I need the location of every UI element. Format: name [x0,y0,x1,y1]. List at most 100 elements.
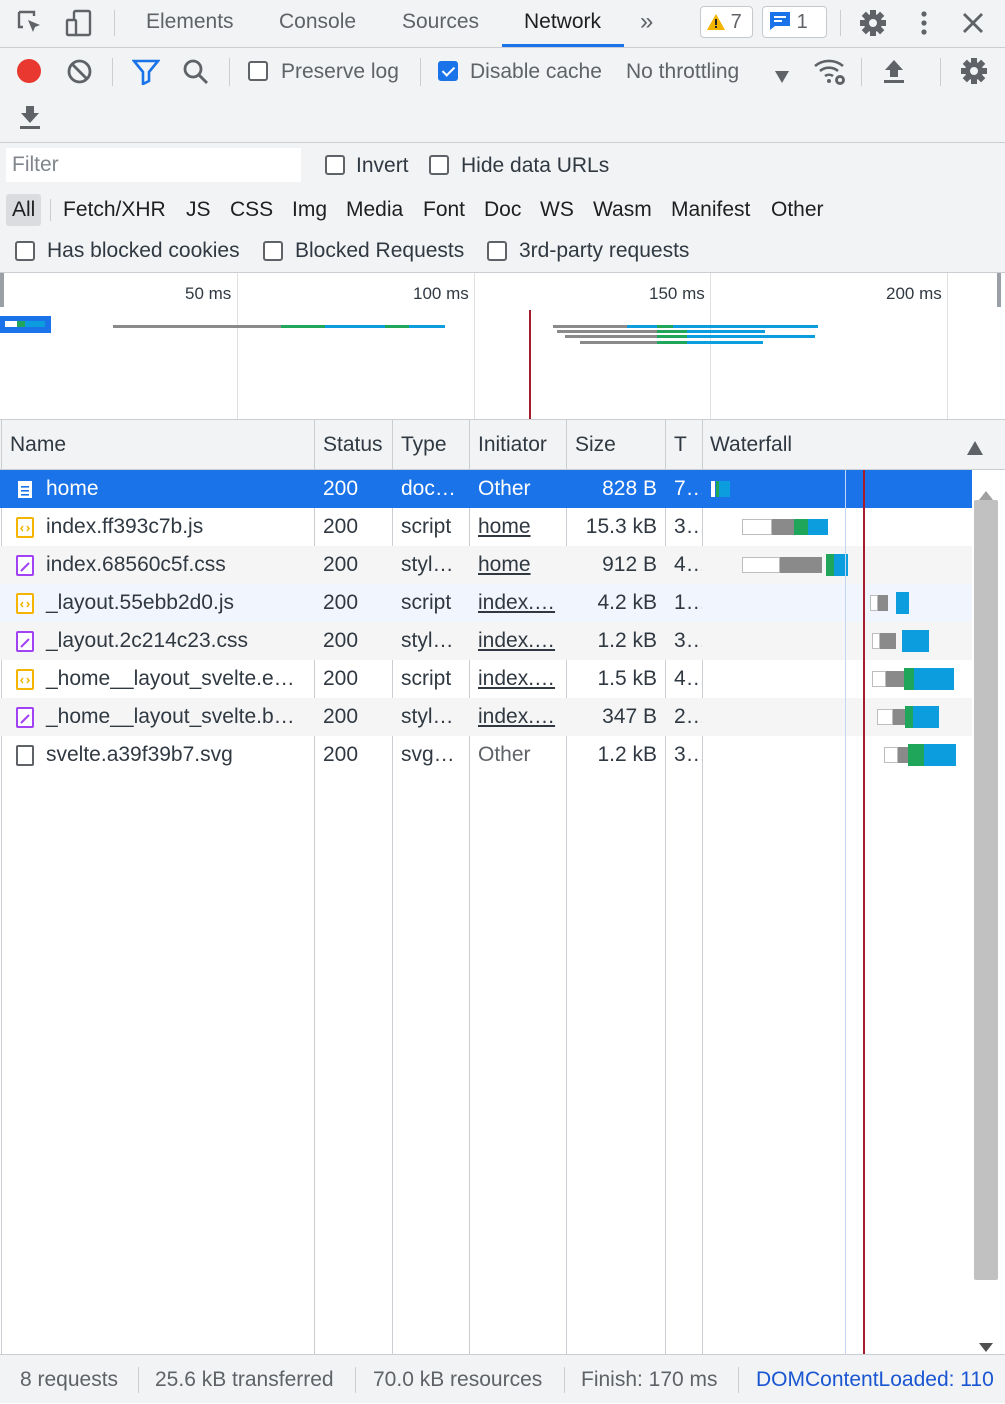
blocked-requests-label: Blocked Requests [295,239,465,262]
request-name: _layout.55ebb2d0.js [46,591,234,614]
preserve-log-checkbox[interactable] [248,61,268,81]
search-icon[interactable] [182,58,210,92]
request-size: 347 B [602,705,657,728]
overview-bar-segment [657,341,687,344]
network-settings-gear-icon[interactable] [959,56,989,92]
request-type: doc… [401,477,456,500]
waterfall-stalled [893,709,905,725]
requests-count: 8 requests [20,1368,119,1391]
request-initiator: Other [478,477,531,500]
network-toolbar: Preserve log Disable cache No throttling [0,48,1005,143]
overview-bar-segment [565,335,657,338]
filter-type-css[interactable]: CSS [224,194,279,226]
stylesheet-icon [16,707,34,728]
filter-type-fetch-xhr[interactable]: Fetch/XHR [57,194,172,226]
export-har-icon[interactable] [18,104,42,136]
column-header-initiator[interactable]: Initiator [470,420,566,470]
waterfall-wait [905,706,913,728]
inspect-element-icon[interactable] [16,9,44,37]
record-icon[interactable] [16,58,42,90]
more-tabs-button[interactable]: » [638,0,655,47]
overview-bar-segment [687,341,763,344]
tab-console[interactable]: Console [277,0,358,47]
hide-data-urls-checkbox[interactable] [429,155,449,175]
request-initiator-link[interactable]: index.… [470,698,566,736]
settings-gear-icon[interactable] [858,8,888,44]
filter-type-doc[interactable]: Doc [478,194,527,226]
filter-type-ws[interactable]: WS [534,194,580,226]
tab-network[interactable]: Network [522,0,603,47]
column-header-name[interactable]: Name [2,420,314,470]
timeline-overview[interactable]: 50 ms 100 ms 150 ms 200 ms [0,273,1005,420]
filter-icon[interactable] [131,59,161,91]
request-status: 200 [323,553,359,576]
request-name: _home__layout_svelte.e… [46,667,295,690]
divider [355,1367,356,1393]
overview-left-handle[interactable] [0,273,4,307]
column-header-time[interactable]: T [666,420,702,470]
device-toolbar-icon[interactable] [64,8,94,38]
request-initiator-link[interactable]: home [470,546,566,584]
request-initiator-link[interactable]: index.… [470,622,566,660]
column-header-type[interactable]: Type [393,420,469,470]
request-row[interactable]: _home__layout_svelte.b… 200 styl… index.… [0,698,972,736]
third-party-requests-checkbox[interactable] [487,241,507,261]
waterfall-stalled [780,557,822,573]
waterfall-download [896,592,909,614]
request-initiator-link[interactable]: index.… [470,584,566,622]
request-row[interactable]: svelte.a39f39b7.svg 200 svg… Other 1.2 k… [0,736,972,774]
filter-type-manifest[interactable]: Manifest [665,194,756,226]
stylesheet-icon [16,555,34,576]
blocked-requests-checkbox[interactable] [263,241,283,261]
filter-type-js[interactable]: JS [180,194,217,226]
overview-bar-segment [113,325,281,328]
column-header-size[interactable]: Size [567,420,665,470]
request-type: script [401,515,452,538]
close-devtools-icon[interactable] [961,11,985,41]
more-options-icon[interactable] [913,10,935,42]
request-row[interactable]: index.ff393c7b.js 200 script home 15.3 k… [0,508,972,546]
disable-cache-checkbox[interactable] [438,61,458,81]
throttling-select[interactable]: No throttling [626,60,739,84]
request-row[interactable]: _layout.2c214c23.css 200 styl… index.… 1… [0,622,972,660]
invert-checkbox[interactable] [325,155,345,175]
request-initiator-link[interactable]: index.… [470,660,566,698]
tab-elements[interactable]: Elements [144,0,236,47]
overview-bar-segment [409,325,445,328]
request-row[interactable]: _layout.55ebb2d0.js 200 script index.… 4… [0,584,972,622]
column-header-waterfall[interactable]: Waterfall [702,420,962,470]
waterfall-download [924,744,956,766]
filter-type-other[interactable]: Other [765,194,830,226]
filter-type-font[interactable]: Font [417,194,471,226]
request-row[interactable]: _home__layout_svelte.e… 200 script index… [0,660,972,698]
warnings-badge[interactable]: 7 [700,6,753,38]
message-icon [769,10,791,40]
request-name: index.68560c5f.css [46,553,226,576]
clear-icon[interactable] [66,58,93,91]
dropdown-arrow-icon[interactable] [775,65,789,89]
filter-type-img[interactable]: Img [286,194,333,226]
tab-sources[interactable]: Sources [400,0,481,47]
filter-type-wasm[interactable]: Wasm [587,194,658,226]
overview-right-handle[interactable] [997,273,1001,307]
has-blocked-cookies-label: Has blocked cookies [47,239,240,262]
request-list-scrollbar[interactable] [972,470,1000,1354]
has-blocked-cookies-checkbox[interactable] [15,241,35,261]
request-row[interactable]: home 200 doc… Other 828 B 7… [0,470,972,508]
filter-type-media[interactable]: Media [340,194,409,226]
import-har-icon[interactable] [882,58,906,90]
waterfall-download [902,630,929,652]
request-row[interactable]: index.68560c5f.css 200 styl… home 912 B … [0,546,972,584]
messages-badge[interactable]: 1 [762,6,827,38]
sort-ascending-icon[interactable] [967,437,983,461]
scrollbar-thumb[interactable] [974,500,998,1280]
request-time: 4… [674,667,702,690]
network-conditions-icon[interactable] [813,57,847,93]
request-initiator-link[interactable]: home [470,508,566,546]
filter-input[interactable] [6,148,301,182]
request-status: 200 [323,477,359,500]
overview-bar-segment [25,321,45,327]
divider [50,199,51,221]
column-header-status[interactable]: Status [315,420,392,470]
filter-type-all[interactable]: All [6,194,42,226]
